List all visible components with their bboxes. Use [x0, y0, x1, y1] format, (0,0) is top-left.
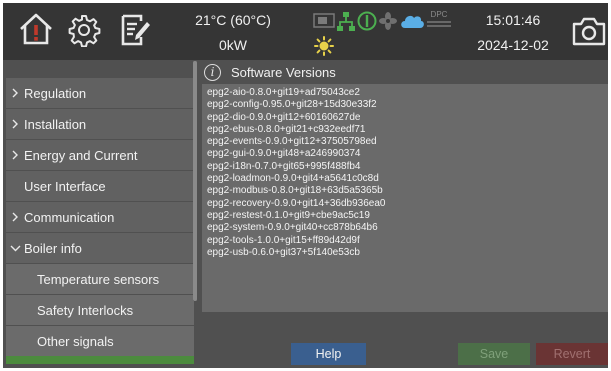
- sidebar-menu: Regulation Installation Energy and Curre…: [6, 77, 194, 368]
- panel-title: Software Versions: [231, 64, 336, 80]
- sidebar-item-label: Energy and Current: [24, 147, 138, 163]
- status-indicators: DPC: [313, 10, 453, 56]
- dpc-label: DPC: [430, 10, 448, 19]
- revert-button[interactable]: Revert: [536, 343, 608, 365]
- chevron-down-icon: [6, 244, 24, 252]
- temperature-readout: 21°C (60°C): [195, 12, 271, 28]
- list-item: epg2-config-0.95.0+git28+15d30e33f2: [207, 99, 377, 111]
- list-item: epg2-events-0.9.0+git12+37505798ed: [207, 136, 377, 148]
- fan-icon: [379, 12, 397, 30]
- power-on-icon: [357, 11, 377, 31]
- clock-date: 2024-12-02: [477, 37, 549, 53]
- top-status-bar: 21°C (60°C) 0kW DPC 15:01:46 2024-12-02: [3, 3, 608, 60]
- sidebar-item-label: Safety Interlocks: [37, 302, 134, 318]
- list-item: epg2-gui-0.9.0+git48+a246990374: [207, 148, 361, 160]
- sidebar-item-label: Other signals: [37, 333, 114, 349]
- chevron-right-icon: [6, 119, 24, 129]
- list-item: epg2-ebus-0.8.0+git21+c932eedf71: [207, 123, 366, 135]
- dpc-status-icon: DPC: [425, 10, 453, 29]
- network-icon: [337, 12, 355, 31]
- software-versions-list: epg2-aio-0.8.0+git19+ad75043ce2 epg2-con…: [202, 84, 608, 312]
- sidebar-item-label: Installation: [24, 116, 87, 132]
- sidebar-item-regulation[interactable]: Regulation: [6, 78, 194, 108]
- sidebar-item-communication[interactable]: Communication: [6, 202, 194, 232]
- power-readout: 0kW: [219, 37, 247, 53]
- clock-time: 15:01:46: [485, 12, 541, 28]
- list-item: epg2-modbus-0.8.0+git18+63d5a5365b: [207, 185, 383, 197]
- sidebar-scrollbar-thumb[interactable]: [193, 61, 197, 301]
- info-icon: i: [204, 63, 221, 81]
- panel-header: i Software Versions: [199, 62, 608, 82]
- home-alarm-icon[interactable]: [17, 10, 55, 53]
- clipboard-edit-icon[interactable]: [119, 13, 151, 52]
- cloud-icon: [401, 15, 424, 28]
- sidebar-item-installation[interactable]: Installation: [6, 109, 194, 139]
- camera-icon[interactable]: [572, 16, 606, 51]
- list-item: epg2-restest-0.1.0+git9+cbe9ac5c19: [207, 209, 370, 221]
- help-button[interactable]: Help: [291, 343, 366, 365]
- sidebar-item-temperature-sensors[interactable]: Temperature sensors: [6, 264, 194, 294]
- sidebar-item-label: Boiler info: [24, 240, 82, 256]
- sidebar-item-boiler-info[interactable]: Boiler info: [6, 233, 194, 263]
- list-item: epg2-recovery-0.9.0+git14+36db936ea0: [207, 197, 386, 209]
- chevron-right-icon: [6, 150, 24, 160]
- sidebar-item-safety-interlocks[interactable]: Safety Interlocks: [6, 295, 194, 325]
- chevron-right-icon: [6, 88, 24, 98]
- list-item: epg2-system-0.9.0+git40+cc878b64b6: [207, 222, 378, 234]
- device-screen: 21°C (60°C) 0kW DPC 15:01:46 2024-12-02 …: [3, 3, 608, 368]
- sun-icon: [314, 36, 334, 56]
- sidebar-item-label: Regulation: [24, 85, 87, 101]
- list-item: epg2-dio-0.9.0+git12+60160627de: [207, 111, 361, 123]
- sidebar-item-energy-and-current[interactable]: Energy and Current: [6, 140, 194, 170]
- sidebar-next-item-partial[interactable]: [6, 356, 194, 364]
- list-item: epg2-i18n-0.7.0+git65+995f488fb4: [207, 160, 361, 172]
- list-item: epg2-loadmon-0.9.0+git4+a5641c0c8d: [207, 173, 379, 185]
- sidebar-item-label: Communication: [24, 209, 115, 225]
- sidebar-item-label: Temperature sensors: [37, 271, 160, 287]
- list-item: epg2-usb-0.6.0+git37+5f140e53cb: [207, 246, 360, 258]
- list-item: epg2-tools-1.0.0+git15+ff89d42d9f: [207, 234, 360, 246]
- display-icon: [313, 13, 335, 28]
- chevron-right-icon: [6, 212, 24, 222]
- list-item: epg2-aio-0.8.0+git19+ad75043ce2: [207, 87, 360, 98]
- gear-icon[interactable]: [67, 13, 101, 52]
- sidebar-item-label: User Interface: [24, 178, 106, 194]
- sidebar-item-user-interface[interactable]: User Interface: [6, 171, 194, 201]
- sidebar-item-other-signals[interactable]: Other signals: [6, 326, 194, 356]
- save-button[interactable]: Save: [458, 343, 530, 365]
